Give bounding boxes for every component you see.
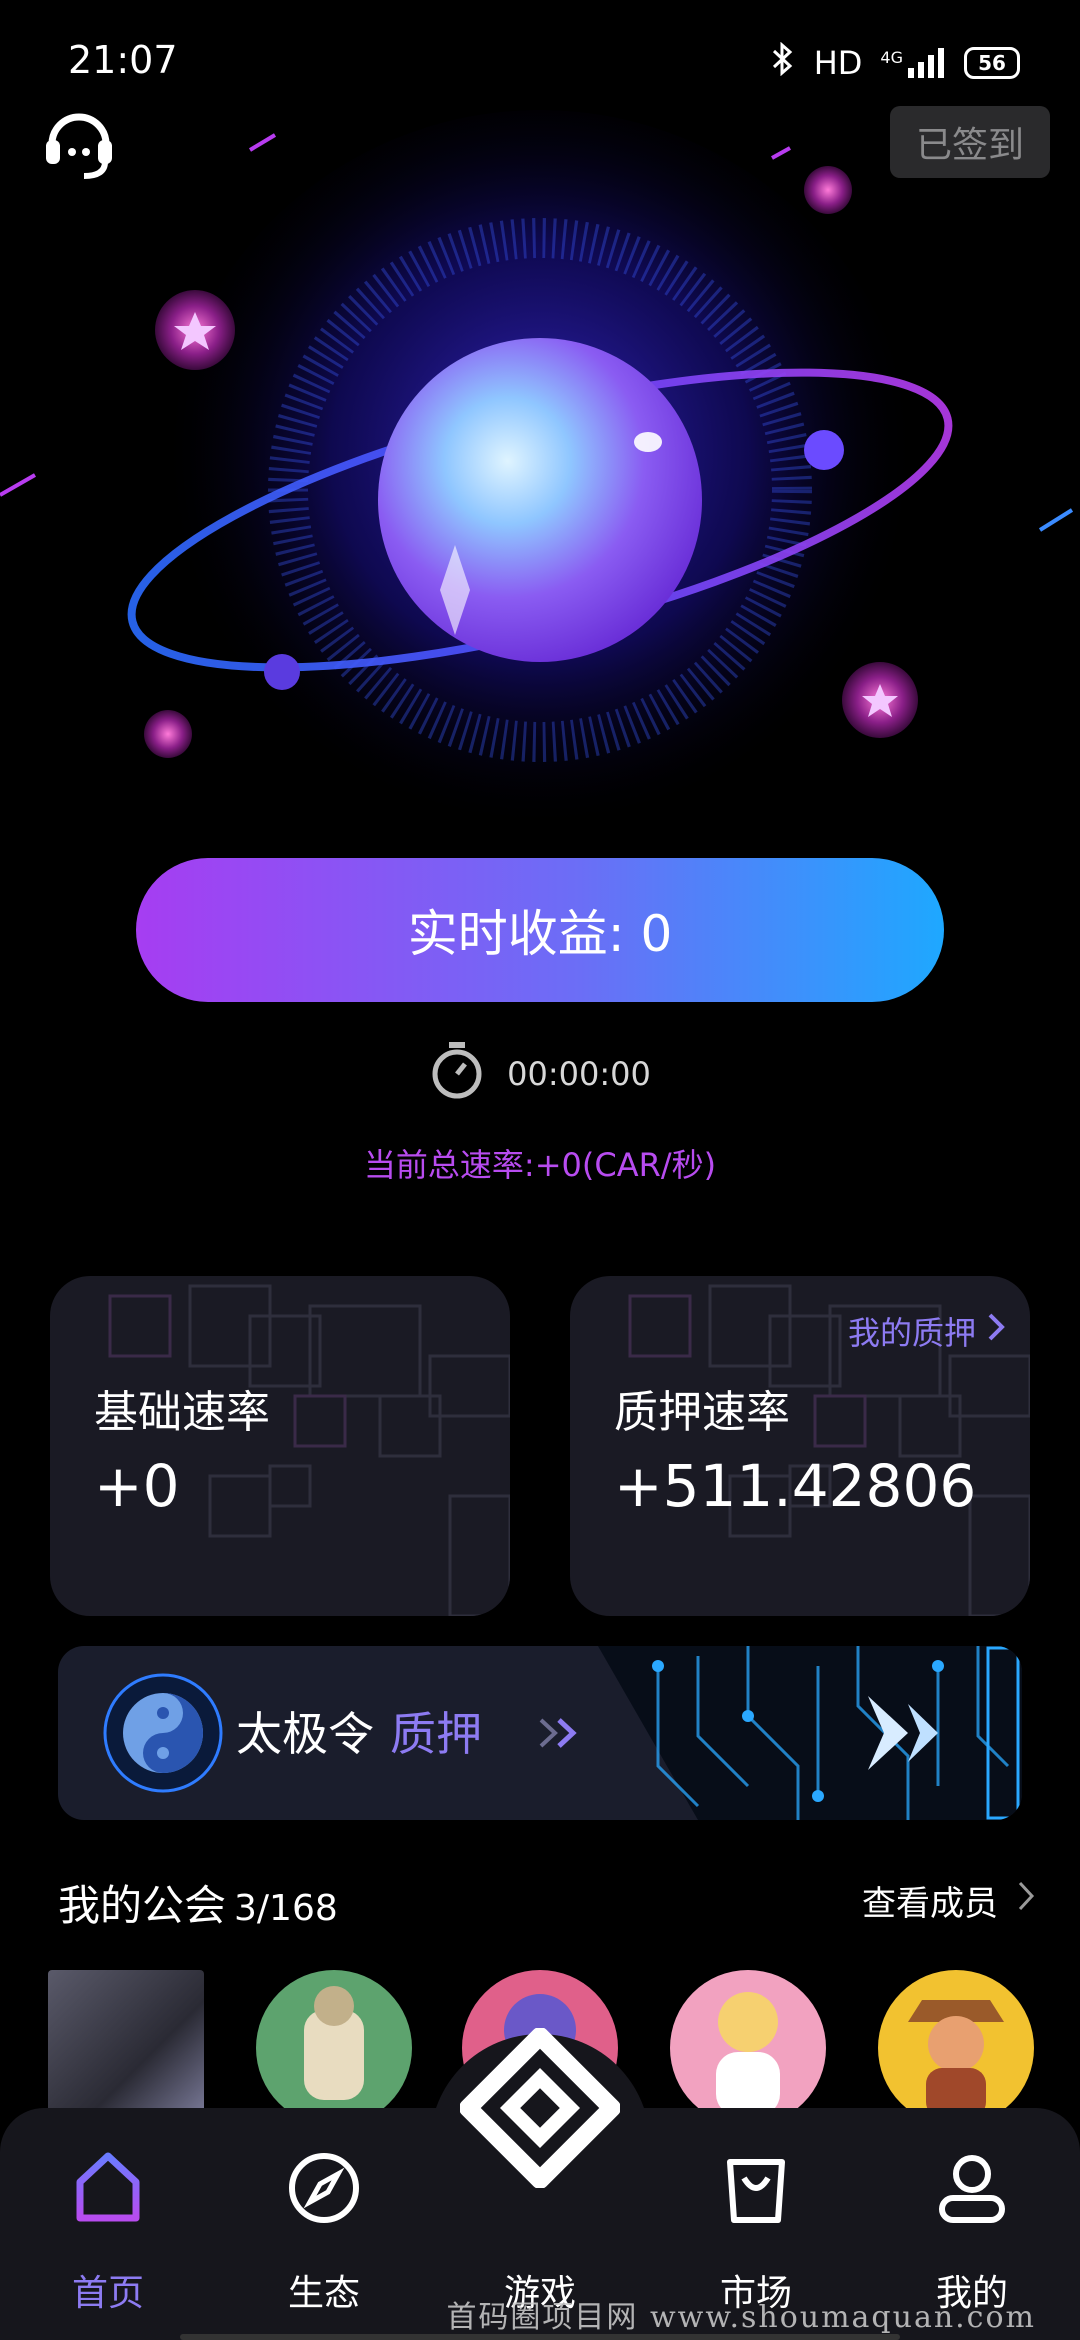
taiji-stake-banner[interactable]: 太极令 质押 xyxy=(58,1646,1022,1820)
realtime-earnings-button[interactable]: 实时收益: 0 xyxy=(136,858,944,1002)
my-stake-label: 我的质押 xyxy=(847,1314,976,1352)
signal-icon: 4G xyxy=(880,48,946,78)
battery-icon: 56 xyxy=(964,47,1020,79)
stake-rate-title: 质押速率 xyxy=(614,1387,790,1438)
chevron-right-icon xyxy=(1016,1879,1036,1922)
nav-label-home: 首页 xyxy=(71,2273,144,2314)
stake-rate-card: 我的质押 质押速率 +511.42806 xyxy=(570,1276,1030,1616)
view-members-link[interactable]: 查看成员 xyxy=(862,1876,1036,1925)
base-rate-title: 基础速率 xyxy=(94,1387,270,1438)
avatar[interactable] xyxy=(878,1970,1034,2126)
avatar[interactable] xyxy=(48,1970,204,2126)
base-rate-value: +0 xyxy=(94,1452,180,1520)
home-icon xyxy=(68,2148,148,2228)
bluetooth-icon xyxy=(770,41,796,84)
timer-value: 00:00:00 xyxy=(507,1055,651,1093)
my-stake-link[interactable]: 我的质押 xyxy=(848,1308,1006,1354)
guild-count: 3/168 xyxy=(234,1888,338,1929)
shopping-bag-icon xyxy=(716,2148,796,2228)
game-logo-icon xyxy=(459,2027,621,2189)
compass-icon xyxy=(284,2148,364,2228)
sign-in-button[interactable]: 已签到 xyxy=(890,106,1050,178)
card-pattern xyxy=(108,1284,510,1616)
watermark: 首码圈项目网 www.shoumaquan.com xyxy=(446,2300,1036,2335)
chevron-right-icon xyxy=(986,1311,1006,1351)
nav-item-home[interactable]: 首页 xyxy=(0,2108,216,2340)
network-label: HD xyxy=(813,44,863,82)
nav-label-ecosystem: 生态 xyxy=(287,2273,360,2314)
mining-timer: 00:00:00 xyxy=(0,1042,1080,1106)
nav-item-ecosystem[interactable]: 生态 xyxy=(216,2108,432,2340)
user-icon xyxy=(932,2148,1012,2228)
banner-action: 质押 xyxy=(390,1707,482,1761)
total-speed-text: 当前总速率:+0(CAR/秒) xyxy=(363,1146,717,1184)
hero-planet-illustration xyxy=(0,90,1080,897)
avatar[interactable] xyxy=(256,1970,412,2126)
base-rate-card: 基础速率 +0 xyxy=(50,1276,510,1616)
signal-type: 4G xyxy=(880,48,903,67)
double-chevron-icon xyxy=(537,1707,587,1761)
headset-icon[interactable] xyxy=(40,104,118,182)
taiji-icon xyxy=(98,1668,228,1798)
banner-name: 太极令 xyxy=(236,1707,374,1761)
stopwatch-icon xyxy=(429,1040,485,1108)
stake-rate-value: +511.42806 xyxy=(614,1452,977,1520)
avatar[interactable] xyxy=(670,1970,826,2126)
home-indicator[interactable] xyxy=(180,2334,900,2340)
status-icons: HD 4G 56 xyxy=(770,41,1020,84)
banner-label: 太极令 质押 xyxy=(236,1698,587,1764)
status-time: 21:07 xyxy=(68,38,178,82)
view-members-label: 查看成员 xyxy=(862,1884,998,1924)
guild-title-label: 我的公会 xyxy=(58,1881,227,1930)
guild-title: 我的公会 3/168 xyxy=(58,1872,338,1933)
